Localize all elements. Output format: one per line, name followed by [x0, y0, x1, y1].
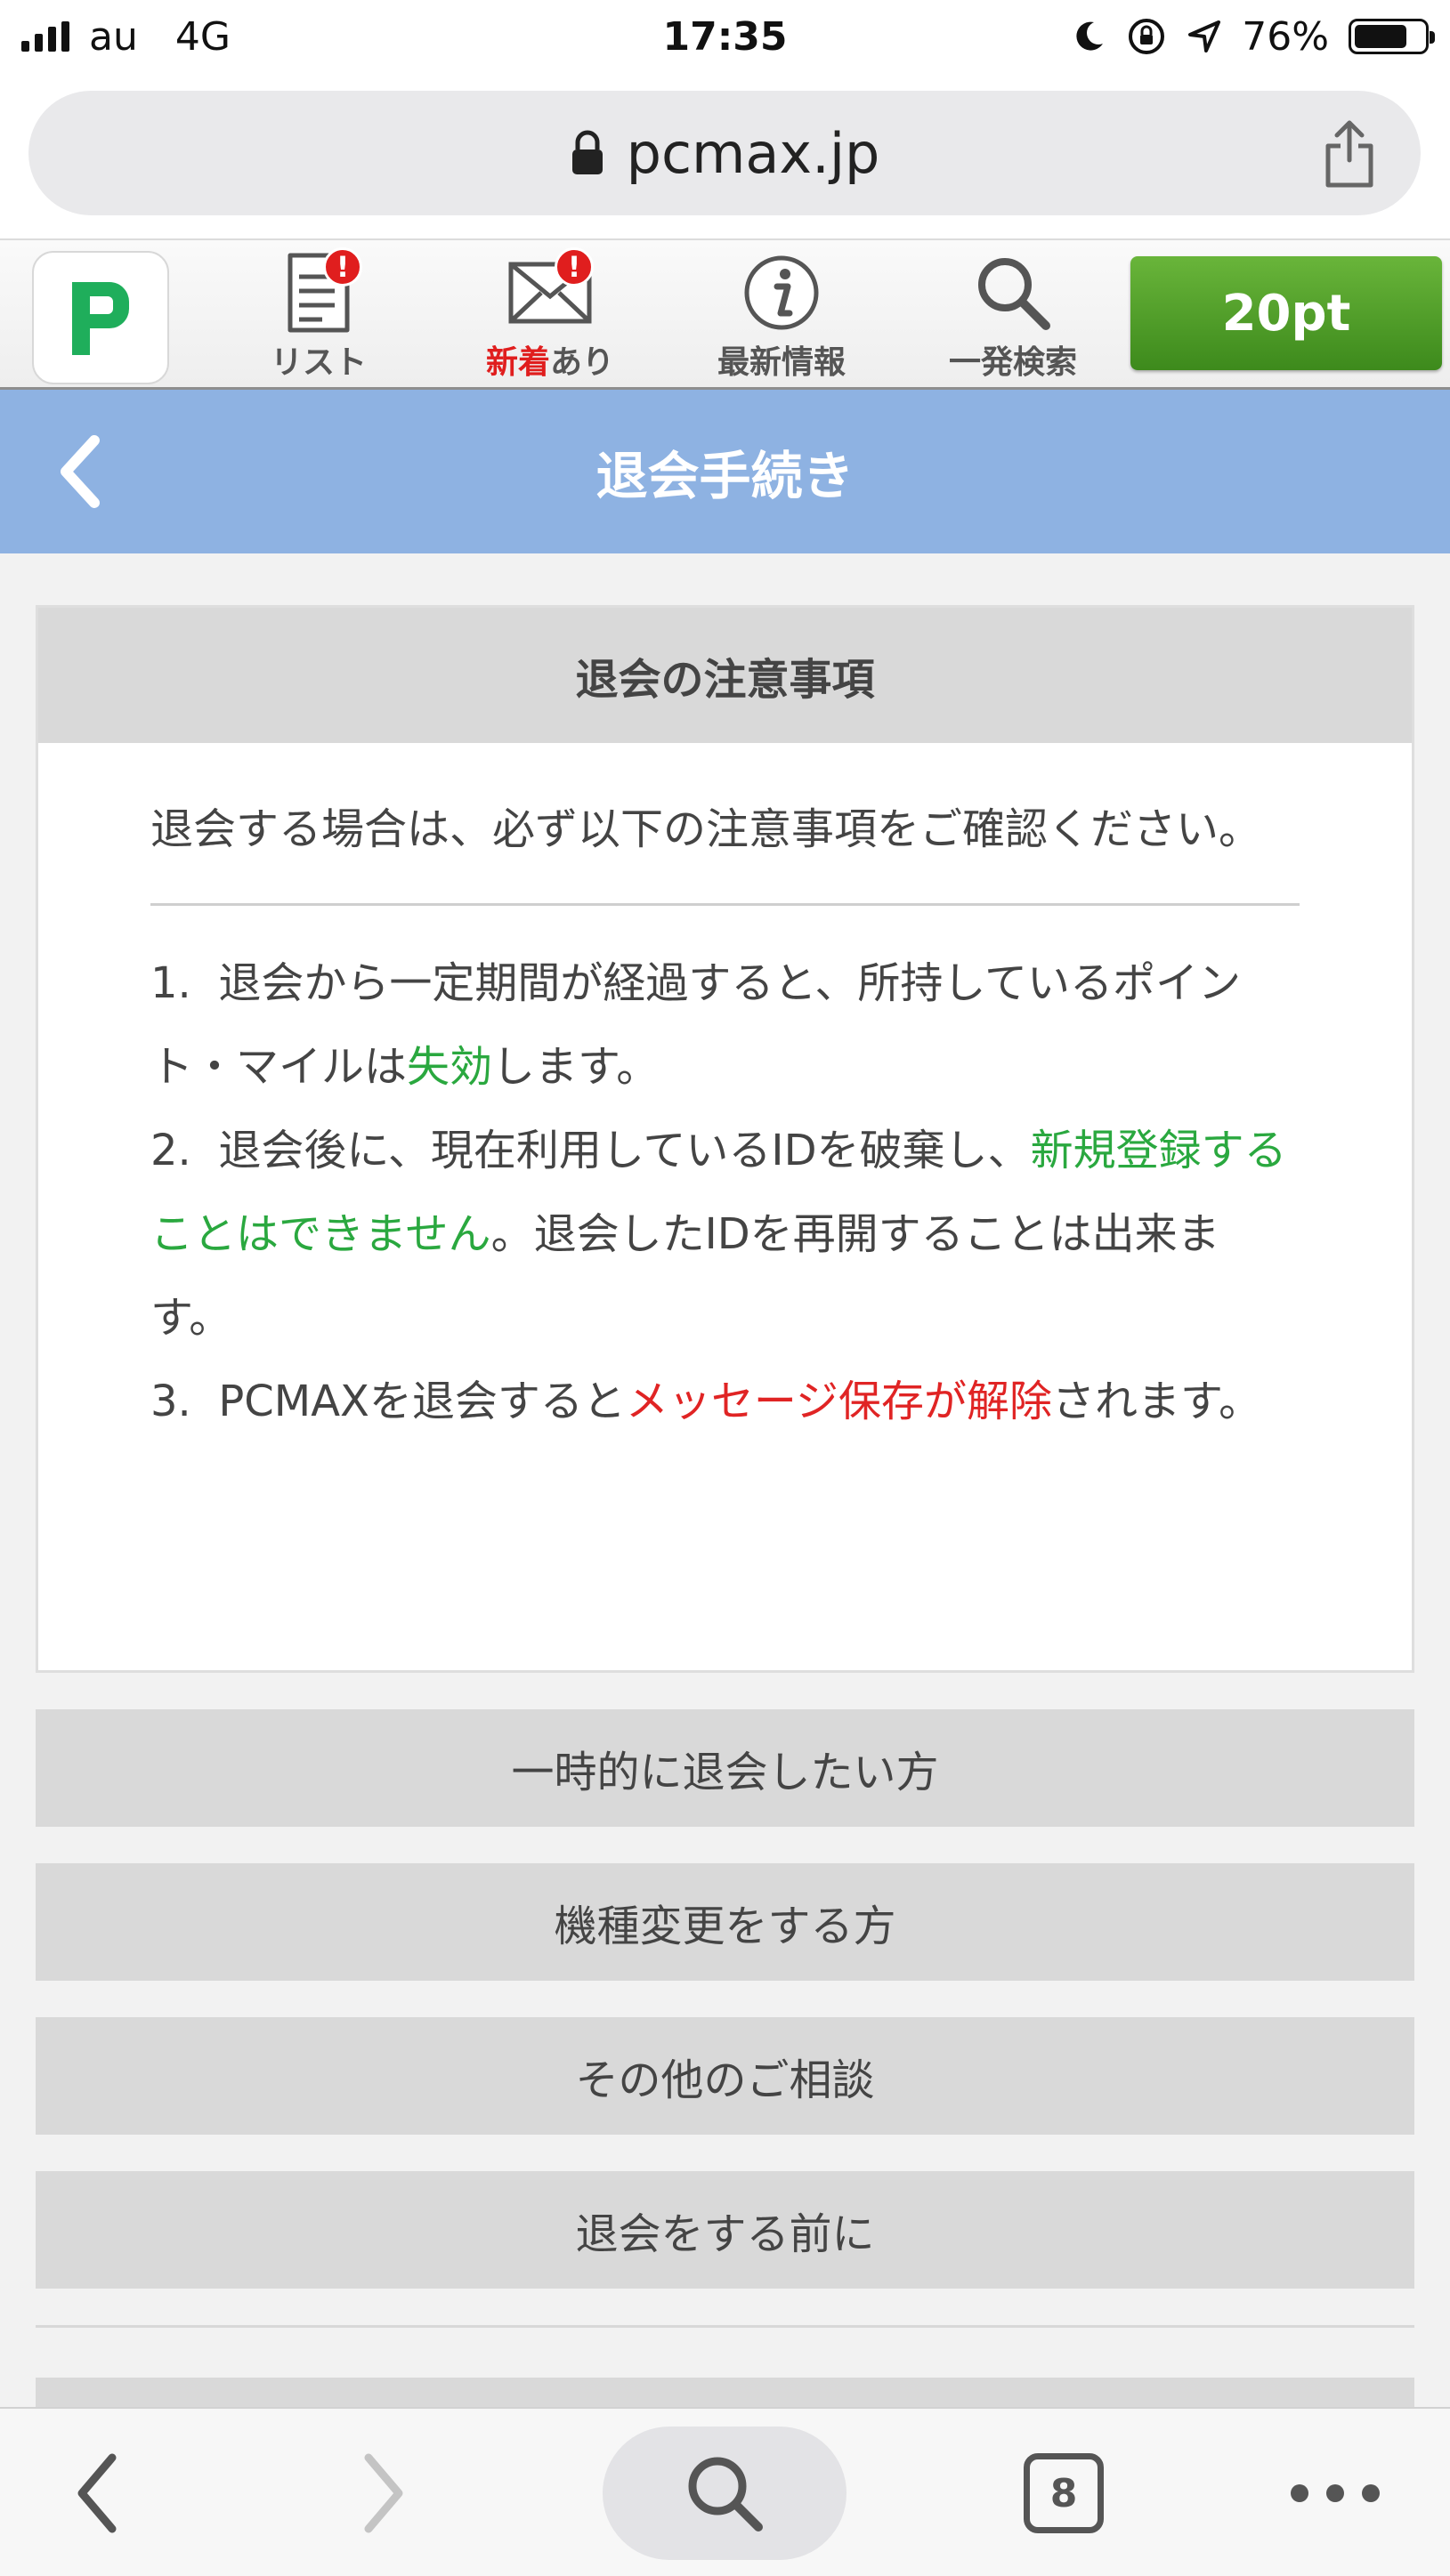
- page-header: 退会手続き: [0, 390, 1450, 553]
- browser-toolbar: 8: [0, 2407, 1450, 2576]
- battery-icon: [1349, 19, 1435, 54]
- notice-item-highlight: メッセージ保存が解除: [625, 1377, 1052, 1426]
- page-title: 退会手続き: [595, 446, 855, 506]
- url-bar[interactable]: pcmax.jp: [28, 91, 1421, 215]
- other-consultation-button[interactable]: その他のご相談: [36, 2017, 1414, 2135]
- browser-search-button[interactable]: [603, 2427, 847, 2560]
- nav-info[interactable]: 最新情報: [693, 249, 871, 383]
- nav-new-mail[interactable]: ! 新着あり: [461, 247, 639, 383]
- back-chevron-icon[interactable]: [53, 432, 107, 512]
- notice-divider: [150, 903, 1300, 906]
- notice-item-highlight: 失効: [407, 1042, 493, 1092]
- nav-info-label: 最新情報: [717, 344, 846, 381]
- notice-item-text: 退会から一定期間が経過すると、所持しているポイント・マイルは: [150, 958, 1241, 1092]
- more-dots-icon: [1291, 2484, 1380, 2502]
- carrier-name: au: [89, 13, 138, 60]
- notice-item-1: 1. 退会から一定期間が経過すると、所持しているポイント・マイルは失効します。: [150, 941, 1300, 1109]
- new-mail-label-red: 新着: [485, 344, 550, 381]
- notice-item-number: 2.: [150, 1126, 191, 1175]
- notice-item-text: PCMAXを退会すると: [218, 1377, 626, 1426]
- section-divider: [36, 2325, 1414, 2328]
- notice-item-text: します。: [492, 1042, 660, 1092]
- lock-icon: [571, 130, 603, 174]
- browser-back-button[interactable]: [53, 2427, 142, 2560]
- temporary-withdraw-button[interactable]: 一時的に退会したい方: [36, 1709, 1414, 1827]
- pcmax-logo[interactable]: [32, 251, 169, 384]
- nav-search-label: 一発検索: [948, 344, 1077, 381]
- notice-intro: 退会する場合は、必ず以下の注意事項をご確認ください。: [150, 804, 1262, 854]
- list-document-icon: !: [270, 247, 368, 336]
- notice-item-number: 3.: [150, 1377, 191, 1426]
- rotation-lock-icon: [1129, 19, 1165, 54]
- notice-card: 退会の注意事項 退会する場合は、必ず以下の注意事項をご確認ください。 1. 退会…: [36, 605, 1414, 1673]
- app-nav-bar: ! リスト ! 新着あり 最新情報 一発検索 20pt: [0, 238, 1450, 390]
- notice-item-text: されます。: [1051, 1377, 1262, 1426]
- notice-item-3: 3. PCMAXを退会するとメッセージ保存が解除されます。: [150, 1360, 1300, 1443]
- tab-count: 8: [1024, 2453, 1104, 2533]
- before-withdraw-button[interactable]: 退会をする前に: [36, 2171, 1414, 2289]
- network-type: 4G: [174, 13, 231, 60]
- info-icon: [733, 249, 830, 336]
- search-icon: [688, 2457, 763, 2532]
- notice-item-text: 退会後に、現在利用しているIDを破棄し、: [218, 1126, 1031, 1175]
- new-mail-label-rest: あり: [550, 344, 615, 381]
- status-bar: au 4G 17:35 76%: [0, 0, 1450, 73]
- forward-arrow-icon: [364, 2453, 403, 2533]
- battery-level: [1355, 25, 1406, 48]
- list-alert-badge: !: [323, 247, 362, 287]
- status-right: 76%: [1071, 13, 1435, 60]
- nav-search[interactable]: 一発検索: [924, 249, 1102, 383]
- mail-icon: !: [501, 247, 599, 336]
- notice-item-2: 2. 退会後に、現在利用しているIDを破棄し、新規登録することはできません。退会…: [150, 1109, 1300, 1360]
- nav-list[interactable]: ! リスト: [230, 247, 408, 383]
- search-icon: [964, 249, 1062, 336]
- nav-list-label: リスト: [270, 344, 367, 381]
- notice-item-number: 1.: [150, 958, 191, 1008]
- browser-forward-button[interactable]: [338, 2427, 427, 2560]
- share-icon[interactable]: [1321, 117, 1378, 189]
- url-text: pcmax.jp: [626, 120, 880, 186]
- browser-menu-button[interactable]: [1282, 2427, 1389, 2560]
- moon-icon: [1076, 21, 1104, 51]
- browser-url-area: pcmax.jp: [0, 73, 1450, 238]
- mail-alert-badge: !: [555, 247, 594, 287]
- p-logo-icon: [72, 282, 129, 355]
- status-left: au 4G: [21, 14, 231, 60]
- battery-percent: 76%: [1242, 13, 1329, 60]
- nav-new-mail-label: 新着あり: [486, 336, 614, 383]
- location-icon: [1188, 20, 1221, 52]
- browser-tabs-button[interactable]: 8: [1015, 2427, 1113, 2560]
- device-change-button[interactable]: 機種変更をする方: [36, 1863, 1414, 1981]
- notice-heading: 退会の注意事項: [38, 608, 1412, 743]
- notice-body: 退会する場合は、必ず以下の注意事項をご確認ください。 1. 退会から一定期間が経…: [38, 743, 1412, 1443]
- back-arrow-icon: [77, 2453, 117, 2533]
- points-button[interactable]: 20pt: [1130, 256, 1442, 370]
- signal-icon: [21, 21, 69, 52]
